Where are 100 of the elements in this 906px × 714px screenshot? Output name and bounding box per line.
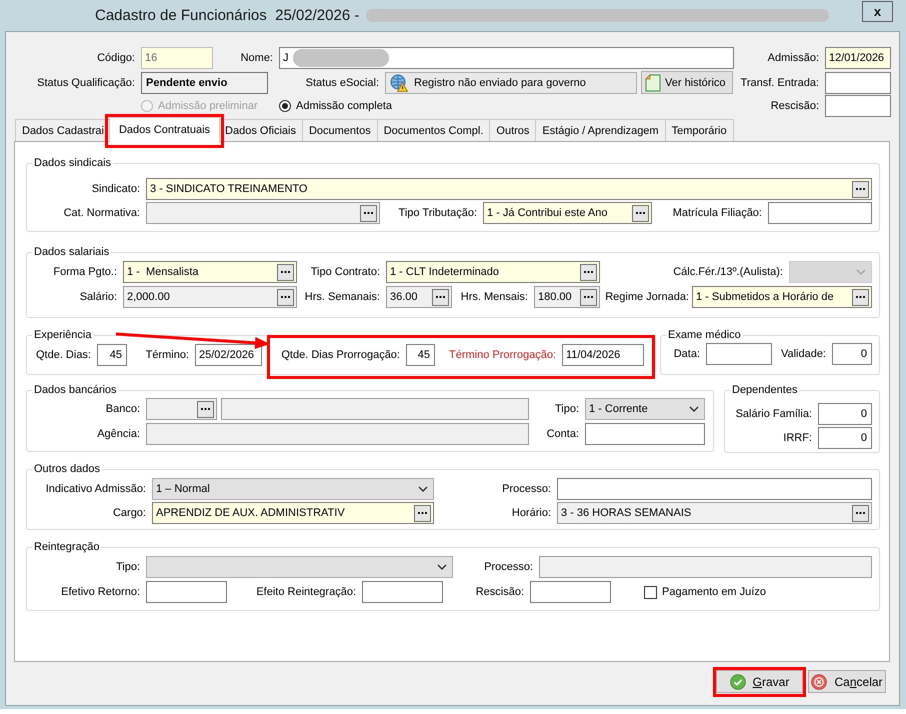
field-label: Sindicato: <box>90 182 141 196</box>
field-label: Cat. Normativa: <box>62 206 141 220</box>
checkbox[interactable] <box>644 586 657 598</box>
input-field[interactable] <box>557 478 872 500</box>
group-title: Dependentes <box>731 383 798 397</box>
input-field[interactable] <box>585 423 705 445</box>
lookup-field[interactable]: 1 - Submetidos a Horário de <box>692 286 872 308</box>
field-label: Regime Jornada: <box>604 290 690 304</box>
lookup-field[interactable]: 1 - CLT Indeterminado <box>386 261 600 283</box>
tab[interactable]: Dados Contratuais <box>108 117 220 142</box>
field-label: Hrs. Mensais: <box>460 290 529 304</box>
field-label: Rescisão: <box>770 99 820 113</box>
field-label: Forma Pgto.: <box>52 265 118 279</box>
lookup-field[interactable]: 1 - Já Contribui este Ano <box>483 202 652 224</box>
input-field[interactable] <box>825 72 891 94</box>
field-label: Processo: <box>483 560 534 574</box>
radio-label: Admissão preliminar <box>158 100 258 112</box>
field-label: Conta: <box>546 427 580 441</box>
field-label: Horário: <box>510 506 552 520</box>
field-label: Tipo: <box>114 560 141 574</box>
lookup-button[interactable] <box>414 504 431 522</box>
field-label: Qtde. Dias Prorrogação: <box>280 348 401 362</box>
field-label: Admissão: <box>766 51 820 65</box>
number-field[interactable]: 45 <box>97 344 127 366</box>
field-label: Status Qualificação: <box>36 76 136 90</box>
input-field[interactable]: 12/01/2026 <box>825 47 891 69</box>
save-button[interactable]: Gravar <box>716 670 803 693</box>
lookup-button[interactable] <box>432 288 449 306</box>
field-label: Nome: <box>240 51 274 65</box>
field-label: Qtde. Dias: <box>34 348 92 362</box>
field-label: Hrs. Semanais: <box>304 290 381 304</box>
field-label: IRRF: <box>782 431 813 445</box>
tab[interactable]: Dados Cadastrai <box>15 119 111 141</box>
lookup-button[interactable] <box>852 180 869 198</box>
group-title: Dados salariais <box>33 245 110 259</box>
lookup-field[interactable]: 180.00 <box>534 286 600 308</box>
input-field[interactable] <box>530 581 611 603</box>
combo-box[interactable]: 1 - Corrente <box>585 398 705 420</box>
number-field[interactable]: 0 <box>832 343 872 365</box>
input-field[interactable] <box>768 202 872 224</box>
group-title: Outros dados <box>33 462 102 476</box>
lookup-button[interactable] <box>852 504 869 522</box>
lookup-button[interactable] <box>580 264 597 280</box>
group-title: Dados sindicais <box>33 156 112 170</box>
radio-label: Admissão completa <box>296 100 392 112</box>
field-label: Processo: <box>501 482 552 496</box>
number-field[interactable]: 0 <box>818 427 872 449</box>
lookup-field[interactable]: 3 - 36 HORAS SEMANAIS <box>557 502 872 524</box>
number-field[interactable]: 0 <box>818 403 872 425</box>
input-field[interactable]: 25/02/2026 <box>195 344 262 366</box>
lookup-button[interactable] <box>197 400 214 418</box>
cancel-circle-icon <box>811 674 828 690</box>
lookup-button[interactable] <box>580 288 597 306</box>
field-label: Transf. Entrada: <box>740 76 820 90</box>
radio-button[interactable] <box>279 100 291 112</box>
input-field[interactable] <box>825 95 891 117</box>
history-button[interactable]: Ver histórico <box>641 71 733 94</box>
number-field[interactable]: 45 <box>406 344 435 366</box>
lookup-button[interactable] <box>632 204 649 222</box>
field-label: Término: <box>144 348 190 362</box>
close-button[interactable]: x <box>862 1 893 22</box>
field-label: Cargo: <box>112 506 147 520</box>
chevron-down-icon <box>689 406 699 412</box>
globe-warning-icon <box>390 74 408 92</box>
lookup-button[interactable] <box>277 288 294 306</box>
input-field[interactable] <box>539 556 872 578</box>
lookup-field[interactable] <box>146 202 380 224</box>
combo-box[interactable]: 1 – Normal <box>152 478 434 500</box>
lookup-button[interactable] <box>852 288 869 306</box>
lookup-field[interactable]: APRENDIZ DE AUX. ADMINISTRATIV <box>152 502 434 524</box>
chevron-down-icon <box>856 269 866 275</box>
group-title: Reintegração <box>33 540 100 554</box>
field-label: Matrícula Filiação: <box>672 206 763 220</box>
lookup-field[interactable]: 2,000.00 <box>123 286 297 308</box>
lookup-button[interactable] <box>360 204 377 222</box>
cancel-button[interactable]: Cancelar <box>808 670 886 693</box>
field-label: Banco: <box>104 402 141 416</box>
lookup-field[interactable] <box>146 398 217 420</box>
window-title: Cadastro de Funcionários 25/02/2026 - <box>95 7 360 24</box>
field-label: Rescisão: <box>474 585 525 599</box>
input-field[interactable] <box>362 581 443 603</box>
document-icon <box>645 74 661 92</box>
input-field[interactable] <box>221 398 529 420</box>
field-label: Término Prorrogação: <box>448 348 557 362</box>
input-field[interactable] <box>706 343 772 365</box>
input-field[interactable]: J <box>279 47 734 69</box>
field-label: Validade: <box>780 347 827 361</box>
input-field[interactable] <box>146 423 529 445</box>
lookup-field[interactable]: 36.00 <box>386 286 452 308</box>
chevron-down-icon <box>437 564 447 570</box>
lookup-field[interactable]: 1 - Mensalista <box>123 261 297 283</box>
lookup-field[interactable]: 3 - SINDICATO TREINAMENTO <box>146 178 872 200</box>
group-title: Dados bancários <box>33 383 118 397</box>
lookup-button[interactable] <box>277 264 294 280</box>
group-title: Exame médico <box>667 328 742 342</box>
tab[interactable]: Temporário <box>664 119 734 141</box>
field-label: Tipo Tributação: <box>398 206 478 220</box>
input-field[interactable]: 11/04/2026 <box>562 344 644 366</box>
input-field[interactable] <box>146 581 227 603</box>
checkbox-label: Pagamento em Juízo <box>662 586 766 598</box>
